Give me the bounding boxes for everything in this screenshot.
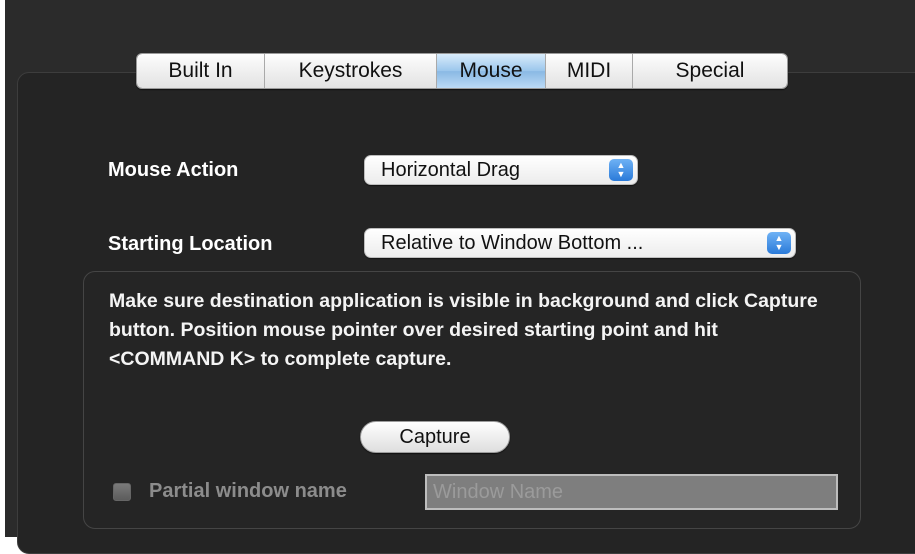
mouse-action-value: Horizontal Drag bbox=[381, 159, 520, 181]
capture-button[interactable]: Capture bbox=[360, 421, 510, 453]
starting-location-popup[interactable]: Relative to Window Bottom ... ▲ ▼ bbox=[364, 228, 796, 258]
mouse-action-popup[interactable]: Horizontal Drag ▲ ▼ bbox=[364, 155, 638, 185]
partial-window-label: Partial window name bbox=[149, 480, 347, 502]
starting-location-label: Starting Location bbox=[108, 233, 273, 255]
tab-midi[interactable]: MIDI bbox=[546, 54, 633, 88]
starting-location-value: Relative to Window Bottom ... bbox=[381, 232, 644, 254]
tab-built-in[interactable]: Built In bbox=[137, 54, 265, 88]
tab-mouse[interactable]: Mouse bbox=[437, 54, 546, 88]
popup-arrows-icon: ▲ ▼ bbox=[609, 159, 633, 181]
popup-arrows-icon: ▲ ▼ bbox=[767, 232, 791, 254]
tab-keystrokes[interactable]: Keystrokes bbox=[265, 54, 437, 88]
tab-special[interactable]: Special bbox=[633, 54, 787, 88]
tab-bar: Built In Keystrokes Mouse MIDI Special bbox=[136, 53, 788, 89]
partial-window-checkbox[interactable] bbox=[113, 483, 131, 501]
window-name-field[interactable] bbox=[425, 474, 838, 510]
instructions-text: Make sure destination application is vis… bbox=[109, 290, 818, 370]
mouse-action-label: Mouse Action bbox=[108, 159, 239, 181]
